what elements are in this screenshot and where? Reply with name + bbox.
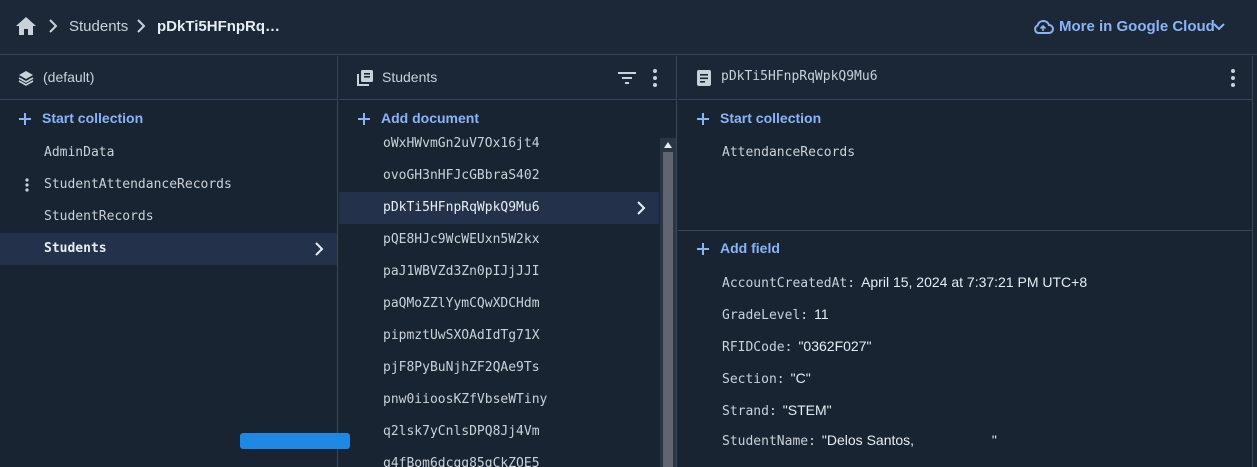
document-id: q4fBom6dcgg85gCkZOE5 bbox=[383, 456, 540, 467]
top-bar: Students pDkTi5HFnpRq… More in Google Cl… bbox=[0, 0, 1257, 55]
field-row[interactable]: Strand: "STEM" bbox=[722, 402, 832, 419]
database-title: (default) bbox=[43, 69, 95, 85]
collection-panel: Students Add document oWxHWvmGn2uV7Ox16j… bbox=[339, 56, 677, 467]
document-id: pnw0iioosKZfVbseWTiny bbox=[383, 392, 548, 407]
collection-item-students[interactable]: Students bbox=[0, 233, 337, 265]
collection-name: StudentAttendanceRecords bbox=[44, 177, 232, 192]
document-id: paJ1WBVZd3Zn0pIJjJJI bbox=[383, 264, 540, 279]
document-item[interactable]: ovoGH3nHFJcGBbraS402 bbox=[339, 160, 659, 192]
document-item[interactable]: paJ1WBVZd3Zn0pIJjJJI bbox=[339, 256, 659, 288]
document-id: pQE8HJc9WcWEUxn5W2kx bbox=[383, 232, 540, 247]
plus-icon bbox=[697, 243, 709, 255]
scroll-up-arrow-icon[interactable] bbox=[664, 142, 672, 148]
document-item[interactable]: oWxHWvmGn2uV7Ox16jt4 bbox=[339, 128, 659, 160]
subcollection-item-attendancerecords[interactable]: AttendanceRecords bbox=[722, 145, 855, 160]
more-vert-icon[interactable] bbox=[652, 68, 658, 88]
document-item[interactable]: pnw0iioosKZfVbseWTiny bbox=[339, 384, 659, 416]
more-in-google-cloud-link[interactable]: More in Google Cloud bbox=[1059, 18, 1215, 35]
plus-icon bbox=[697, 113, 709, 125]
field-value: "0362F027" bbox=[798, 338, 872, 354]
field-key: StudentName: bbox=[722, 434, 816, 449]
more-vert-icon[interactable] bbox=[1230, 68, 1236, 88]
scrollbar[interactable] bbox=[660, 138, 676, 467]
document-item[interactable]: paQMoZZlYymCQwXDCHdm bbox=[339, 288, 659, 320]
field-value: 11 bbox=[814, 306, 829, 322]
breadcrumb-document[interactable]: pDkTi5HFnpRq… bbox=[157, 18, 280, 35]
document-item[interactable]: pjF8PyBuNjhZF2QAe9Ts bbox=[339, 352, 659, 384]
collection-item-admindata[interactable]: AdminData bbox=[0, 137, 337, 169]
collection-panel-header: Students bbox=[339, 56, 676, 100]
document-item[interactable]: pQE8HJc9WcWEUxn5W2kx bbox=[339, 224, 659, 256]
field-value: "Delos Santos, " bbox=[821, 432, 997, 448]
field-key: AccountCreatedAt: bbox=[722, 276, 856, 291]
field-value: "C" bbox=[790, 370, 811, 386]
section-divider bbox=[678, 230, 1252, 231]
document-id: ovoGH3nHFJcGBbraS402 bbox=[383, 168, 540, 183]
document-item[interactable]: q2lsk7yCnlsDPQ8Jj4Vm bbox=[339, 416, 659, 448]
root-panel: (default) Start collection AdminData Stu… bbox=[0, 56, 338, 467]
plus-icon bbox=[19, 113, 31, 125]
collection-name: AdminData bbox=[44, 145, 115, 160]
root-panel-header: (default) bbox=[0, 56, 337, 100]
document-id: q2lsk7yCnlsDPQ8Jj4Vm bbox=[383, 424, 540, 439]
collection-title: Students bbox=[382, 69, 438, 85]
collection-item-studentattendancerecords[interactable]: StudentAttendanceRecords bbox=[0, 169, 337, 201]
field-key: Strand: bbox=[722, 404, 777, 419]
field-key: RFIDCode: bbox=[722, 340, 793, 355]
chevron-right-icon bbox=[315, 242, 324, 256]
field-key: Section: bbox=[722, 372, 785, 387]
collection-name: Students bbox=[44, 241, 107, 256]
chevron-right-icon bbox=[49, 19, 58, 33]
field-row[interactable]: Section: "C" bbox=[722, 370, 811, 387]
breadcrumb-students[interactable]: Students bbox=[69, 18, 128, 35]
plus-icon bbox=[358, 113, 370, 125]
field-row[interactable]: AccountCreatedAt: April 15, 2024 at 7:37:… bbox=[722, 274, 1087, 291]
field-value: April 15, 2024 at 7:37:21 PM UTC+8 bbox=[861, 274, 1088, 290]
filter-icon[interactable] bbox=[617, 70, 637, 86]
field-row[interactable]: RFIDCode: "0362F027" bbox=[722, 338, 871, 355]
drag-handle-icon[interactable] bbox=[24, 177, 30, 193]
chevron-right-icon bbox=[637, 201, 646, 215]
document-id: pDkTi5HFnpRqWpkQ9Mu6 bbox=[383, 200, 540, 215]
collection-name: StudentRecords bbox=[44, 209, 154, 224]
document-panel: pDkTi5HFnpRqWpkQ9Mu6 Start collection At… bbox=[678, 56, 1253, 467]
document-id: pjF8PyBuNjhZF2QAe9Ts bbox=[383, 360, 540, 375]
start-collection-label: Start collection bbox=[42, 110, 144, 126]
field-row[interactable]: StudentName: "Delos Santos, " bbox=[722, 432, 997, 449]
document-title: pDkTi5HFnpRqWpkQ9Mu6 bbox=[721, 69, 878, 84]
add-field-label: Add field bbox=[720, 240, 780, 256]
collection-item-studentrecords[interactable]: StudentRecords bbox=[0, 201, 337, 233]
redaction-mark bbox=[240, 433, 350, 449]
field-row[interactable]: GradeLevel: 11 bbox=[722, 306, 829, 323]
home-icon[interactable] bbox=[14, 15, 38, 37]
scrollbar-thumb[interactable] bbox=[663, 152, 673, 467]
start-collection-label: Start collection bbox=[720, 110, 822, 126]
document-panel-header: pDkTi5HFnpRqWpkQ9Mu6 bbox=[678, 56, 1252, 100]
document-item[interactable]: q4fBom6dcgg85gCkZOE5 bbox=[339, 448, 659, 467]
database-stack-icon bbox=[18, 71, 34, 86]
chevron-down-icon[interactable] bbox=[1212, 20, 1226, 34]
add-document-label: Add document bbox=[381, 110, 479, 126]
document-id: paQMoZZlYymCQwXDCHdm bbox=[383, 296, 540, 311]
cloud-icon[interactable] bbox=[1032, 17, 1054, 37]
field-value: "STEM" bbox=[782, 402, 832, 418]
document-icon bbox=[697, 70, 711, 86]
field-key: GradeLevel: bbox=[722, 308, 809, 323]
chevron-right-icon bbox=[137, 19, 146, 33]
document-item[interactable]: pipmztUwSXOAdIdTg71X bbox=[339, 320, 659, 352]
document-id: pipmztUwSXOAdIdTg71X bbox=[383, 328, 540, 343]
collection-icon bbox=[357, 70, 373, 86]
document-item-selected[interactable]: pDkTi5HFnpRqWpkQ9Mu6 bbox=[339, 192, 659, 224]
document-id: oWxHWvmGn2uV7Ox16jt4 bbox=[383, 136, 540, 151]
